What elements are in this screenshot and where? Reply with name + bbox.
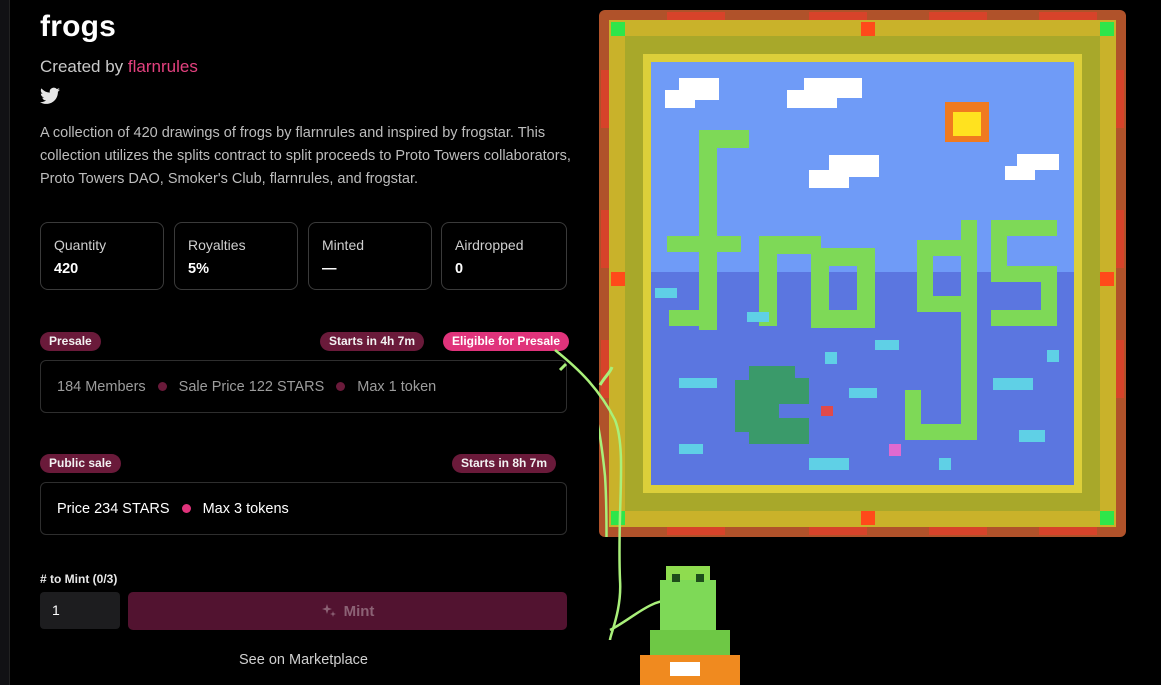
- stat-label: Minted: [322, 237, 365, 253]
- stat-label: Quantity: [54, 237, 107, 253]
- mint-quantity-label: # to Mint (0/3): [40, 572, 118, 586]
- stat-label: Royalties: [188, 237, 246, 253]
- stat-airdropped: Airdropped 0: [441, 222, 567, 290]
- left-panel-edge: [0, 0, 10, 685]
- presale-countdown-badge: Starts in 4h 7m: [320, 332, 425, 351]
- public-sale-max: Max 3 tokens: [202, 500, 289, 517]
- see-on-marketplace-link[interactable]: See on Marketplace: [40, 652, 567, 668]
- mint-button-label: Mint: [343, 602, 375, 620]
- stat-value: 5%: [188, 261, 209, 277]
- stat-value: —: [322, 261, 337, 277]
- separator-dot: [157, 382, 167, 391]
- mint-quantity-input[interactable]: 1: [40, 592, 120, 629]
- collection-description: A collection of 420 drawings of frogs by…: [40, 125, 571, 187]
- created-by-label: Created by: [40, 57, 124, 76]
- creator-line: Created by flarnrules: [40, 57, 198, 77]
- presale-max: Max 1 token: [357, 378, 437, 395]
- collection-title: frogs: [40, 10, 116, 43]
- stat-label: Airdropped: [455, 237, 524, 253]
- presale-price: Sale Price 122 STARS: [178, 378, 325, 395]
- stat-quantity: Quantity 420: [40, 222, 164, 290]
- twitter-icon[interactable]: [40, 87, 60, 105]
- presale-badge: Presale: [40, 332, 101, 351]
- separator-dot: [181, 504, 191, 513]
- presale-members: 184 Members: [57, 378, 146, 395]
- creator-link[interactable]: flarnrules: [128, 57, 198, 76]
- mint-button[interactable]: Mint: [128, 592, 567, 630]
- presale-info-box: 184 Members Sale Price 122 STARS Max 1 t…: [40, 360, 567, 413]
- public-sale-price: Price 234 STARS: [57, 500, 170, 517]
- stat-value: 420: [54, 261, 79, 277]
- stat-minted: Minted —: [308, 222, 432, 290]
- sparkles-icon: [321, 604, 336, 617]
- frog-sticker-graphic: [554, 349, 740, 685]
- stat-value: 0: [455, 261, 464, 277]
- public-sale-info-box: Price 234 STARS Max 3 tokens: [40, 482, 567, 535]
- stat-royalties: Royalties 5%: [174, 222, 298, 290]
- separator-dot: [336, 382, 346, 391]
- public-sale-badge: Public sale: [40, 454, 121, 473]
